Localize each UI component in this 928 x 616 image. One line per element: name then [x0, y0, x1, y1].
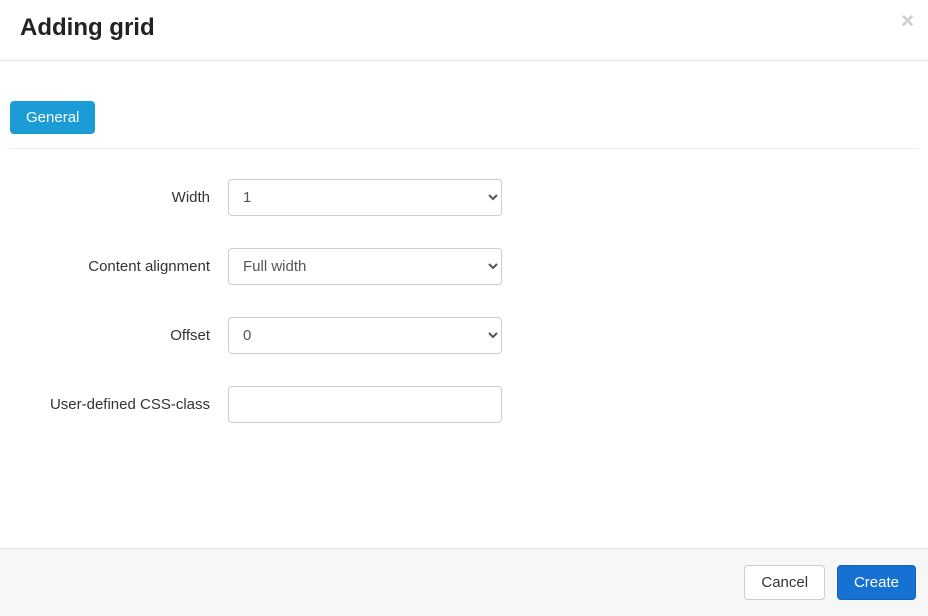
tabs-bar: General [10, 71, 918, 149]
css-class-label: User-defined CSS-class [10, 396, 228, 413]
content-alignment-label: Content alignment [10, 258, 228, 275]
dialog-footer: Cancel Create [0, 548, 928, 616]
offset-select[interactable]: 0 [228, 317, 502, 354]
cancel-button[interactable]: Cancel [744, 565, 825, 600]
offset-label: Offset [10, 327, 228, 344]
close-icon[interactable]: × [901, 10, 914, 32]
content-alignment-select[interactable]: Full width [228, 248, 502, 285]
css-class-input[interactable] [228, 386, 502, 423]
width-label: Width [10, 189, 228, 206]
form: Width 1 Content alignment Full width Off… [10, 149, 918, 423]
width-select[interactable]: 1 [228, 179, 502, 216]
dialog-title: Adding grid [20, 14, 908, 42]
create-button[interactable]: Create [837, 565, 916, 600]
tab-general[interactable]: General [10, 101, 95, 134]
